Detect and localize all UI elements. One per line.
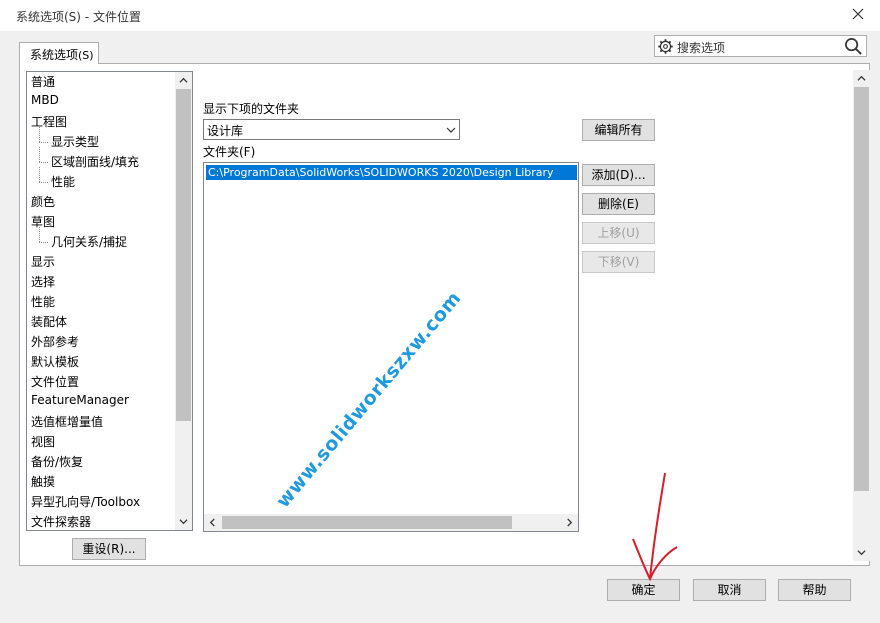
tree-item[interactable]: 触摸 — [31, 473, 55, 491]
folder-type-value: 设计库 — [207, 124, 244, 138]
reset-button[interactable]: 重设(R)... — [72, 538, 146, 560]
red-arrow-annotation — [632, 472, 678, 582]
tree-item[interactable]: 工程图 — [31, 113, 67, 131]
tab-system-options[interactable]: 系统选项(S) — [19, 42, 99, 64]
search-options-box[interactable]: 搜索选项 — [654, 35, 867, 57]
tree-item[interactable]: 区域剖面线/填充 — [51, 153, 139, 171]
tree-connector — [39, 167, 40, 182]
tree-item[interactable]: 显示类型 — [51, 133, 99, 151]
folders-hscroll-thumb[interactable] — [222, 516, 512, 529]
tree-scrollbar[interactable] — [175, 72, 192, 530]
move-up-button[interactable]: 上移(U) — [582, 222, 655, 244]
tree-connector — [39, 127, 40, 142]
tree-scroll-thumb[interactable] — [176, 89, 191, 421]
add-button[interactable]: 添加(D)... — [582, 164, 655, 186]
gear-icon[interactable] — [657, 38, 674, 55]
close-icon[interactable] — [850, 6, 866, 22]
tree-connector — [39, 182, 48, 183]
tree-item[interactable]: 异型孔向导/Toolbox — [31, 493, 140, 511]
window-title: 系统选项(S) - 文件位置 — [16, 10, 141, 24]
arrow-left-icon[interactable] — [208, 518, 217, 527]
tab-label: 系统选项 — [30, 48, 79, 62]
options-scroll-thumb[interactable] — [854, 87, 869, 491]
arrow-right-icon[interactable] — [565, 518, 574, 527]
arrow-up-icon[interactable] — [857, 74, 866, 83]
arrow-up-icon[interactable] — [179, 76, 188, 85]
options-scrollbar[interactable] — [853, 70, 870, 561]
folder-type-select[interactable]: 设计库 — [203, 119, 460, 140]
help-button[interactable]: 帮助 — [778, 579, 851, 601]
tree-item[interactable]: 选值框增量值 — [31, 413, 103, 431]
cancel-button[interactable]: 取消 — [693, 579, 766, 601]
tree-item[interactable]: MBD — [31, 93, 59, 111]
title-bar: 系统选项(S) - 文件位置 — [0, 0, 880, 31]
search-input[interactable]: 搜索选项 — [677, 39, 725, 56]
tree-item[interactable]: 颜色 — [31, 193, 55, 211]
tree-item[interactable]: 默认模板 — [31, 353, 79, 371]
edit-all-button[interactable]: 编辑所有 — [582, 119, 655, 141]
tree-item[interactable]: 普通 — [31, 73, 55, 91]
tab-mnemonic: (S) — [78, 49, 94, 62]
tree-item[interactable]: 文件位置 — [31, 373, 79, 391]
tree-connector — [39, 142, 48, 143]
tree-connector — [39, 227, 40, 242]
options-tree[interactable]: 普通 MBD 工程图 显示类型 区域剖面线/填充 性能 颜色 草图 几何关系/捕捉 显示 选择 性能装… — [26, 71, 193, 531]
tree-item[interactable]: 选择 — [31, 273, 55, 291]
tree-item[interactable]: 显示 — [31, 253, 55, 271]
tree-item[interactable]: FeatureManager — [31, 393, 129, 411]
folders-label: 文件夹(F) — [203, 145, 256, 159]
delete-button[interactable]: 删除(E) — [582, 193, 655, 215]
tree-item[interactable]: 视图 — [31, 433, 55, 451]
tree-item[interactable]: 性能 — [51, 173, 75, 191]
tree-item[interactable]: 文件探索器 — [31, 513, 91, 530]
tree-connector — [39, 242, 48, 243]
move-down-button[interactable]: 下移(V) — [582, 251, 655, 273]
tree-item[interactable]: 草图 — [31, 213, 55, 231]
show-folders-label: 显示下项的文件夹 — [203, 102, 300, 116]
chevron-down-icon — [446, 127, 456, 133]
tree-connector — [39, 162, 48, 163]
tree-item[interactable]: 性能 — [31, 293, 55, 311]
tree-connector — [39, 147, 40, 162]
tree-item[interactable]: 几何关系/捕捉 — [51, 233, 127, 251]
folders-hscrollbar[interactable] — [204, 514, 578, 531]
arrow-down-icon[interactable] — [179, 517, 188, 526]
list-item[interactable]: C:\ProgramData\SolidWorks\SOLIDWORKS 202… — [206, 165, 577, 180]
tree-item[interactable]: 外部参考 — [31, 333, 79, 351]
tree-item[interactable]: 备份/恢复 — [31, 453, 83, 471]
tree-item[interactable]: 装配体 — [31, 313, 67, 331]
folders-list[interactable]: C:\ProgramData\SolidWorks\SOLIDWORKS 202… — [203, 162, 579, 532]
search-icon[interactable] — [844, 37, 863, 56]
arrow-down-icon[interactable] — [857, 548, 866, 557]
